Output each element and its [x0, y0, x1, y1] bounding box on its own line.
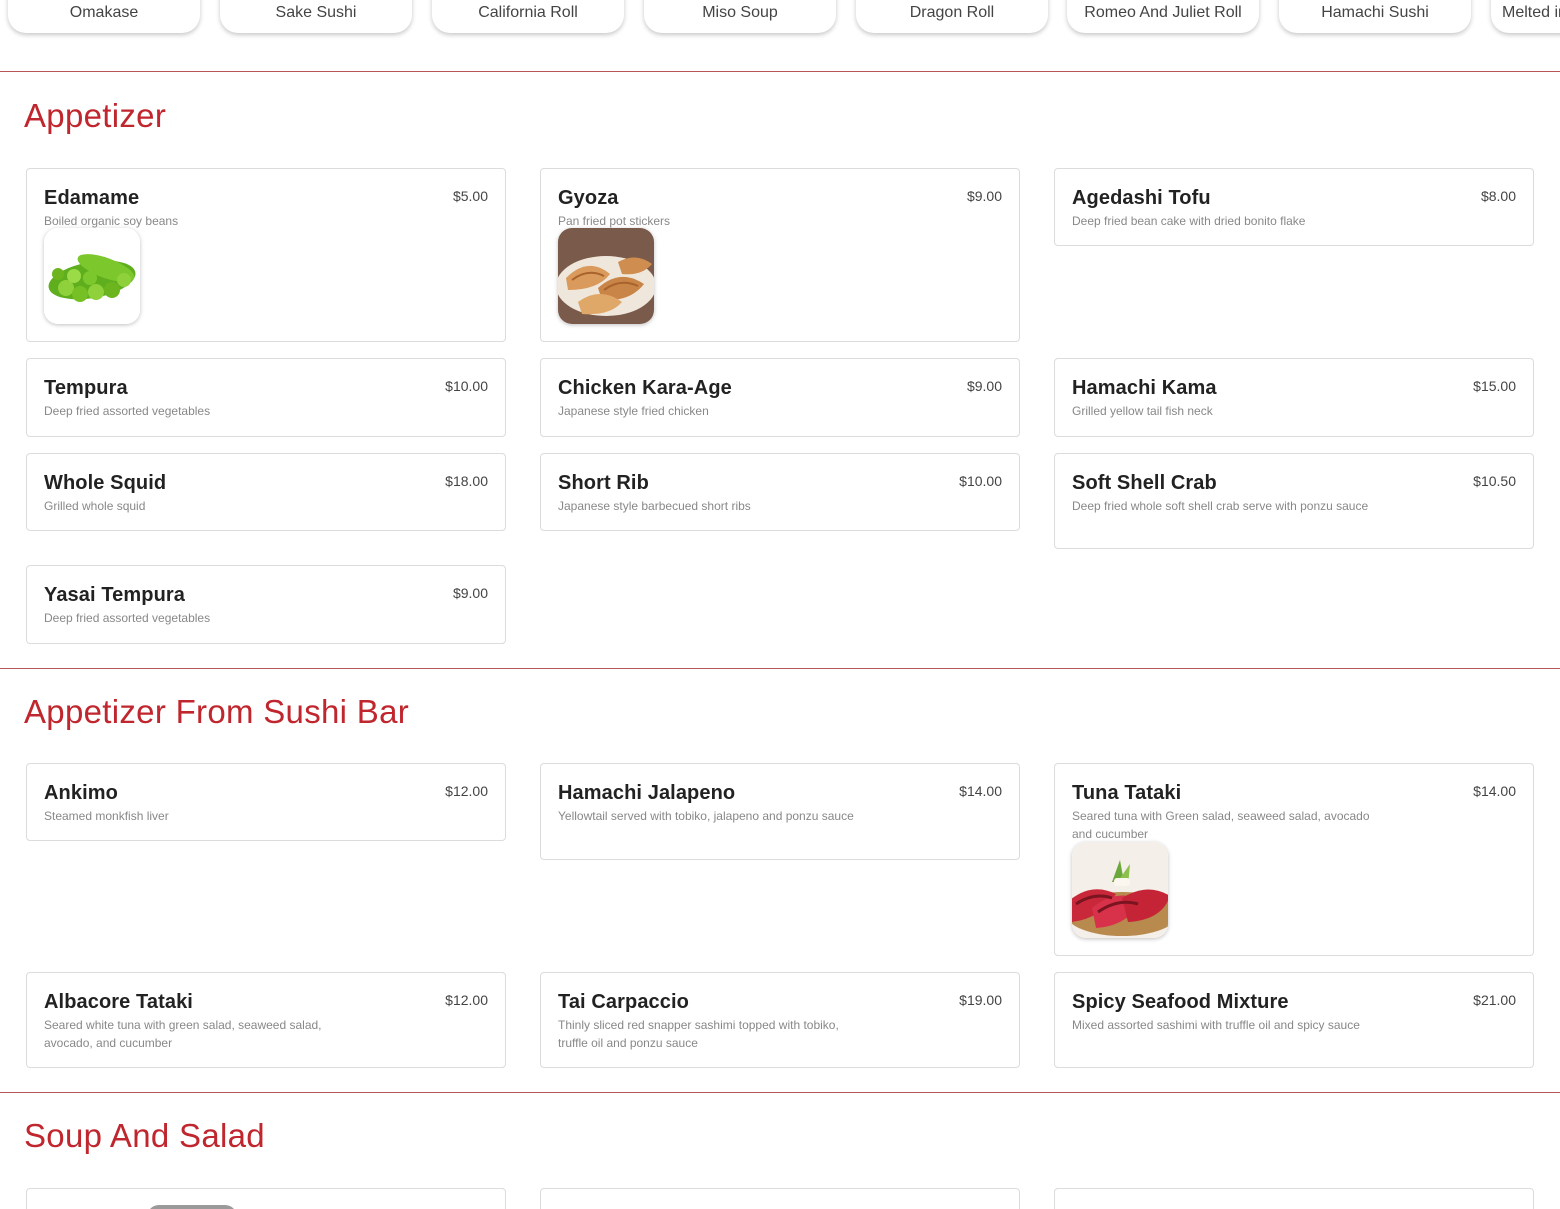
item-price: $9.00 [452, 585, 488, 601]
item-price: $12.00 [445, 992, 488, 1008]
item-image-partial [147, 1205, 237, 1209]
menu-item-card[interactable]: Tempura $10.00 Deep fried assorted veget… [26, 358, 506, 437]
menu-item-card[interactable]: Short Rib $10.00 Japanese style barbecue… [540, 453, 1020, 531]
item-name: Hamachi Jalapeno [558, 782, 736, 804]
item-description: Thinly sliced red snapper sashimi topped… [558, 1018, 839, 1050]
section-title-soup-and-salad: Soup And Salad [24, 1117, 265, 1154]
item-name: Edamame [44, 187, 140, 209]
gyoza-image[interactable] [558, 228, 654, 324]
menu-item-card[interactable] [540, 1188, 1020, 1209]
item-description: Japanese style barbecued short ribs [558, 499, 751, 513]
menu-item-card[interactable]: Albacore Tataki $12.00 Seared white tuna… [26, 972, 506, 1068]
item-price: $15.00 [1473, 378, 1516, 394]
item-name: Tai Carpaccio [558, 991, 689, 1013]
menu-item-card[interactable]: Edamame $5.00 Boiled organic soy beans [26, 168, 506, 342]
item-description: Grilled whole squid [44, 499, 146, 513]
item-description: Deep fried assorted vegetables [44, 404, 211, 418]
item-description: Yellowtail served with tobiko, jalapeno … [558, 809, 854, 823]
item-description: Seared white tuna with green salad, seaw… [44, 1018, 322, 1050]
menu-item-card[interactable] [1054, 1188, 1534, 1209]
menu-item-card[interactable]: Gyoza $9.00 Pan fried pot stickers [540, 168, 1020, 342]
item-name: Tuna Tataki [1072, 782, 1182, 804]
item-price: $10.50 [1473, 473, 1516, 489]
menu-item-card[interactable]: Agedashi Tofu $8.00 Deep fried bean cake… [1054, 168, 1534, 246]
item-description: Seared tuna with Green salad, seaweed sa… [1072, 809, 1370, 841]
menu-item-card[interactable] [26, 1188, 506, 1209]
edamame-image[interactable] [44, 228, 140, 324]
item-price: $5.00 [452, 188, 488, 204]
item-name: Gyoza [558, 187, 619, 209]
menu-item-card[interactable]: Ankimo $12.00 Steamed monkfish liver [26, 763, 506, 841]
item-name: Chicken Kara-Age [558, 377, 732, 399]
item-price: $21.00 [1473, 992, 1516, 1008]
section-title-appetizer-from-sushi-bar: Appetizer From Sushi Bar [24, 693, 410, 730]
item-price: $9.00 [966, 378, 1002, 394]
category-nav: Omakase Sake Sushi California Roll Miso … [0, 0, 1560, 72]
item-name: Spicy Seafood Mixture [1072, 991, 1289, 1013]
section-divider [0, 668, 1560, 669]
item-name: Albacore Tataki [44, 991, 193, 1013]
item-description: Grilled yellow tail fish neck [1072, 404, 1213, 418]
menu-item-card[interactable]: Yasai Tempura $9.00 Deep fried assorted … [26, 565, 506, 644]
menu-item-card[interactable]: Whole Squid $18.00 Grilled whole squid [26, 453, 506, 531]
item-price: $12.00 [445, 783, 488, 799]
category-chip-dragon-roll[interactable]: Dragon Roll [856, 0, 1048, 33]
item-price: $10.00 [959, 473, 1002, 489]
item-price: $14.00 [1473, 783, 1516, 799]
category-chip-miso-soup[interactable]: Miso Soup [644, 0, 836, 33]
item-name: Hamachi Kama [1072, 377, 1217, 399]
menu-item-card[interactable]: Hamachi Jalapeno $14.00 Yellowtail serve… [540, 763, 1020, 860]
item-description: Deep fried bean cake with dried bonito f… [1072, 214, 1306, 228]
item-price: $18.00 [445, 473, 488, 489]
item-name: Short Rib [558, 472, 649, 494]
item-price: $10.00 [445, 378, 488, 394]
category-chip-romeo-and-juliet-roll[interactable]: Romeo And Juliet Roll [1067, 0, 1259, 33]
item-description: Deep fried assorted vegetables [44, 611, 211, 625]
category-chip-omakase[interactable]: Omakase [8, 0, 200, 33]
menu-item-card[interactable]: Chicken Kara-Age $9.00 Japanese style fr… [540, 358, 1020, 437]
tuna-tataki-image[interactable] [1072, 842, 1168, 938]
item-description: Mixed assorted sashimi with truffle oil … [1072, 1018, 1360, 1032]
item-price: $14.00 [959, 783, 1002, 799]
item-price: $8.00 [1480, 188, 1516, 204]
item-price: $19.00 [959, 992, 1002, 1008]
menu-item-card[interactable]: Soft Shell Crab $10.50 Deep fried whole … [1054, 453, 1534, 549]
item-name: Tempura [44, 377, 128, 399]
menu-item-card[interactable]: Hamachi Kama $15.00 Grilled yellow tail … [1054, 358, 1534, 437]
category-chip-melted-in[interactable]: Melted in [1491, 0, 1560, 33]
item-description: Deep fried whole soft shell crab serve w… [1072, 499, 1369, 513]
item-name: Soft Shell Crab [1072, 472, 1217, 494]
item-description: Steamed monkfish liver [44, 809, 169, 823]
menu-item-card[interactable]: Spicy Seafood Mixture $21.00 Mixed assor… [1054, 972, 1534, 1068]
item-name: Ankimo [44, 782, 118, 804]
category-chip-sake-sushi[interactable]: Sake Sushi [220, 0, 412, 33]
category-chip-california-roll[interactable]: California Roll [432, 0, 624, 33]
section-title-appetizer: Appetizer [24, 97, 167, 134]
menu-item-card[interactable]: Tuna Tataki $14.00 Seared tuna with Gree… [1054, 763, 1534, 956]
category-chip-hamachi-sushi[interactable]: Hamachi Sushi [1279, 0, 1471, 33]
item-name: Agedashi Tofu [1072, 187, 1211, 209]
section-divider [0, 1092, 1560, 1093]
item-price: $9.00 [966, 188, 1002, 204]
item-name: Yasai Tempura [44, 584, 185, 606]
menu-item-card[interactable]: Tai Carpaccio $19.00 Thinly sliced red s… [540, 972, 1020, 1068]
item-name: Whole Squid [44, 472, 167, 494]
item-description: Japanese style fried chicken [558, 404, 709, 418]
